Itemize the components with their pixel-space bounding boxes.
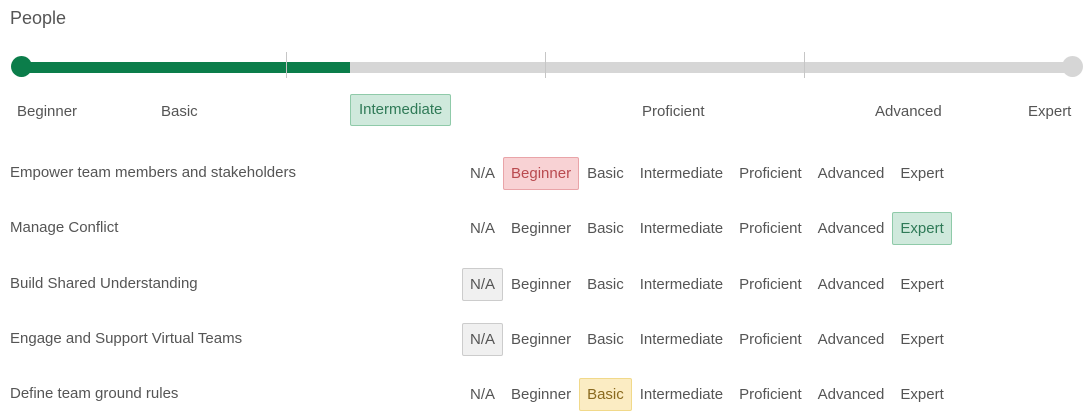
option-advanced[interactable]: Advanced <box>810 323 893 356</box>
skill-row-label: Manage Conflict <box>10 219 119 236</box>
option-proficient[interactable]: Proficient <box>731 323 810 356</box>
skill-row: Manage Conflict N/A Beginner Basic Inter… <box>0 208 1083 248</box>
option-na[interactable]: N/A <box>462 378 503 411</box>
level-label-expert: Expert <box>1028 103 1072 120</box>
progress-track <box>20 62 1073 73</box>
skill-rating-options: N/A Beginner Basic Intermediate Proficie… <box>462 319 952 359</box>
option-advanced[interactable]: Advanced <box>810 378 893 411</box>
option-beginner[interactable]: Beginner <box>503 378 579 411</box>
skill-row-label: Engage and Support Virtual Teams <box>10 330 243 347</box>
skill-row: Build Shared Understanding N/A Beginner … <box>0 264 1083 304</box>
option-beginner-selected[interactable]: Beginner <box>503 156 580 190</box>
section-title: People <box>10 8 67 28</box>
level-label-advanced: Advanced <box>875 103 942 120</box>
option-beginner[interactable]: Beginner <box>503 323 579 356</box>
level-label-beginner: Beginner <box>17 103 78 120</box>
option-na[interactable]: N/A <box>462 212 503 245</box>
skill-row: Engage and Support Virtual Teams N/A Beg… <box>0 319 1083 359</box>
option-expert[interactable]: Expert <box>892 268 951 301</box>
option-basic[interactable]: Basic <box>579 323 632 356</box>
option-expert-selected[interactable]: Expert <box>892 211 952 245</box>
skill-rating-options: N/A Beginner Basic Intermediate Proficie… <box>462 374 952 414</box>
option-intermediate[interactable]: Intermediate <box>632 268 731 301</box>
level-label-basic: Basic <box>161 103 198 120</box>
skill-row-label: Build Shared Understanding <box>10 275 198 292</box>
option-proficient[interactable]: Proficient <box>731 157 810 190</box>
option-intermediate[interactable]: Intermediate <box>632 212 731 245</box>
option-intermediate[interactable]: Intermediate <box>632 323 731 356</box>
progress-tick <box>804 52 805 78</box>
option-beginner[interactable]: Beginner <box>503 212 579 245</box>
skill-row-label: Empower team members and stakeholders <box>10 164 296 181</box>
option-na-selected[interactable]: N/A <box>462 322 504 356</box>
option-proficient[interactable]: Proficient <box>731 268 810 301</box>
option-beginner[interactable]: Beginner <box>503 268 579 301</box>
skill-rating-options: N/A Beginner Basic Intermediate Proficie… <box>462 153 952 193</box>
option-intermediate[interactable]: Intermediate <box>632 378 731 411</box>
progress-tick <box>286 52 287 78</box>
skill-rating-options: N/A Beginner Basic Intermediate Proficie… <box>462 264 952 304</box>
skill-row-label: Define team ground rules <box>10 385 179 402</box>
level-label-proficient: Proficient <box>642 103 705 120</box>
option-basic[interactable]: Basic <box>579 212 632 245</box>
progress-tick <box>545 52 546 78</box>
level-label-intermediate-current: Intermediate <box>350 94 452 126</box>
option-expert[interactable]: Expert <box>892 157 951 190</box>
option-basic[interactable]: Basic <box>579 157 632 190</box>
skill-rating-options: N/A Beginner Basic Intermediate Proficie… <box>462 208 952 248</box>
progress-start-knob[interactable] <box>11 56 32 77</box>
skill-row: Define team ground rules N/A Beginner Ba… <box>0 374 1083 414</box>
option-na[interactable]: N/A <box>462 157 503 190</box>
skill-row: Empower team members and stakeholders N/… <box>0 153 1083 193</box>
option-proficient[interactable]: Proficient <box>731 212 810 245</box>
option-advanced[interactable]: Advanced <box>810 268 893 301</box>
option-basic-selected[interactable]: Basic <box>579 377 632 411</box>
option-expert[interactable]: Expert <box>892 378 951 411</box>
option-intermediate[interactable]: Intermediate <box>632 157 731 190</box>
progress-end-knob <box>1062 56 1083 77</box>
option-basic[interactable]: Basic <box>579 268 632 301</box>
option-advanced[interactable]: Advanced <box>810 157 893 190</box>
option-advanced[interactable]: Advanced <box>810 212 893 245</box>
progress-fill <box>20 62 350 73</box>
option-expert[interactable]: Expert <box>892 323 951 356</box>
option-na-selected[interactable]: N/A <box>462 267 504 301</box>
option-proficient[interactable]: Proficient <box>731 378 810 411</box>
